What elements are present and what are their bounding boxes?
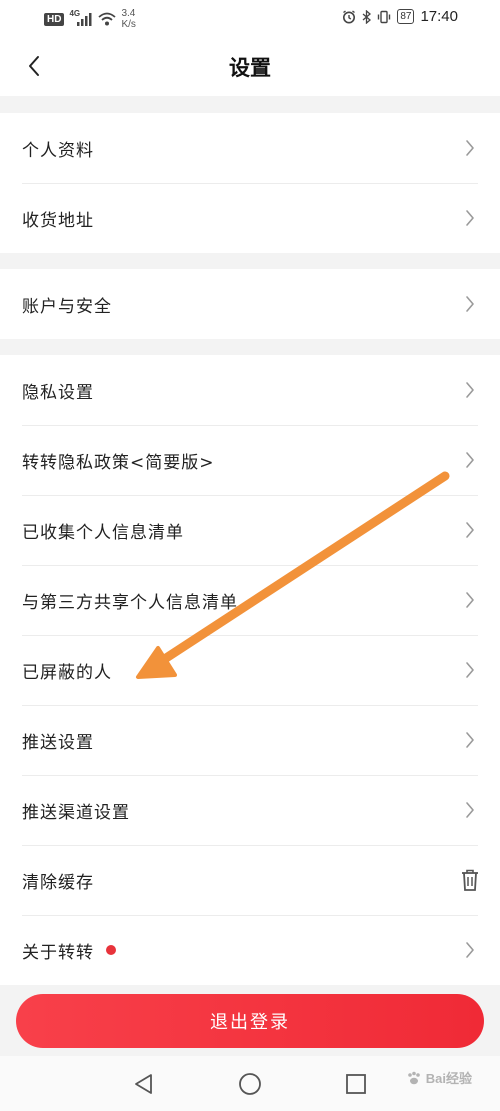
row-label: 清除缓存: [22, 872, 94, 893]
chevron-right-icon: [460, 518, 480, 542]
row-label: 隐私设置: [22, 382, 94, 403]
row-label: 已屏蔽的人: [22, 662, 112, 683]
row-label: 关于转转: [22, 942, 94, 963]
settings-row-profile[interactable]: 个人资料: [0, 113, 500, 183]
nav-bar: 设置: [0, 36, 500, 96]
chevron-right-icon: [460, 378, 480, 402]
trash-icon[interactable]: [460, 868, 480, 892]
circle-home-icon: [238, 1072, 262, 1096]
settings-row-clear-cache[interactable]: 清除缓存: [0, 845, 500, 915]
watermark-text: Bai经验: [425, 1071, 472, 1086]
paw-icon: [406, 1070, 422, 1086]
system-back-button[interactable]: [130, 1070, 158, 1098]
chevron-right-icon: [460, 136, 480, 160]
settings-group-profile: 个人资料 收货地址: [0, 113, 500, 253]
logout-button[interactable]: 退出登录: [16, 994, 484, 1048]
system-recents-button[interactable]: [342, 1070, 370, 1098]
row-label: 推送渠道设置: [22, 802, 130, 823]
settings-row-privacy-policy[interactable]: 转转隐私政策<简要版>: [0, 425, 500, 495]
row-label: 账户与安全: [22, 296, 112, 317]
chevron-right-icon: [460, 588, 480, 612]
row-label: 个人资料: [22, 140, 94, 161]
settings-row-blocked-users[interactable]: 已屏蔽的人: [0, 635, 500, 705]
wifi-icon: [98, 12, 117, 26]
system-home-button[interactable]: [236, 1070, 264, 1098]
chevron-right-icon: [460, 206, 480, 230]
status-left: HD 4G 3.4 K/s: [44, 8, 136, 30]
settings-row-push-channel[interactable]: 推送渠道设置: [0, 775, 500, 845]
chevron-right-icon: [460, 658, 480, 682]
settings-row-privacy[interactable]: 隐私设置: [0, 355, 500, 425]
settings-row-third-party-info[interactable]: 与第三方共享个人信息清单: [0, 565, 500, 635]
hd-badge: HD: [44, 12, 65, 26]
triangle-back-icon: [133, 1073, 155, 1095]
battery-indicator: 87: [397, 9, 415, 24]
settings-row-account-security[interactable]: 账户与安全: [0, 269, 500, 339]
status-right: 87 17:40: [342, 8, 458, 25]
network-speed: 3.4 K/s: [121, 8, 135, 30]
alarm-icon: [342, 9, 356, 24]
signal-icon: 4G: [69, 9, 93, 26]
settings-row-collected-info[interactable]: 已收集个人信息清单: [0, 495, 500, 565]
chevron-right-icon: [460, 798, 480, 822]
row-label: 已收集个人信息清单: [22, 522, 184, 543]
settings-group-privacy: 隐私设置 转转隐私政策<简要版> 已收集个人信息清单 与第三方共享个人信息清单 …: [0, 355, 500, 985]
vibrate-icon: [377, 10, 391, 24]
page-title: 设置: [229, 56, 271, 80]
settings-row-about[interactable]: 关于转转: [0, 915, 500, 985]
row-label: 推送设置: [22, 732, 94, 753]
new-badge-dot: [106, 945, 116, 955]
chevron-right-icon: [460, 292, 480, 316]
chevron-right-icon: [460, 448, 480, 472]
settings-row-push[interactable]: 推送设置: [0, 705, 500, 775]
chevron-right-icon: [460, 728, 480, 752]
watermark: Bai经验: [406, 1068, 472, 1087]
speed-unit: K/s: [121, 19, 136, 30]
row-label: 收货地址: [22, 210, 94, 231]
row-label: 与第三方共享个人信息清单: [22, 592, 238, 613]
status-time: 17:40: [420, 8, 458, 25]
square-recents-icon: [345, 1073, 367, 1095]
speed-value: 3.4: [121, 8, 136, 19]
status-bar: HD 4G 3.4 K/s 87 17:40: [0, 0, 500, 36]
settings-group-account: 账户与安全: [0, 269, 500, 339]
row-label: 转转隐私政策<简要版>: [22, 452, 215, 473]
chevron-right-icon: [460, 938, 480, 962]
bluetooth-icon: [362, 9, 372, 24]
settings-row-address[interactable]: 收货地址: [0, 183, 500, 253]
